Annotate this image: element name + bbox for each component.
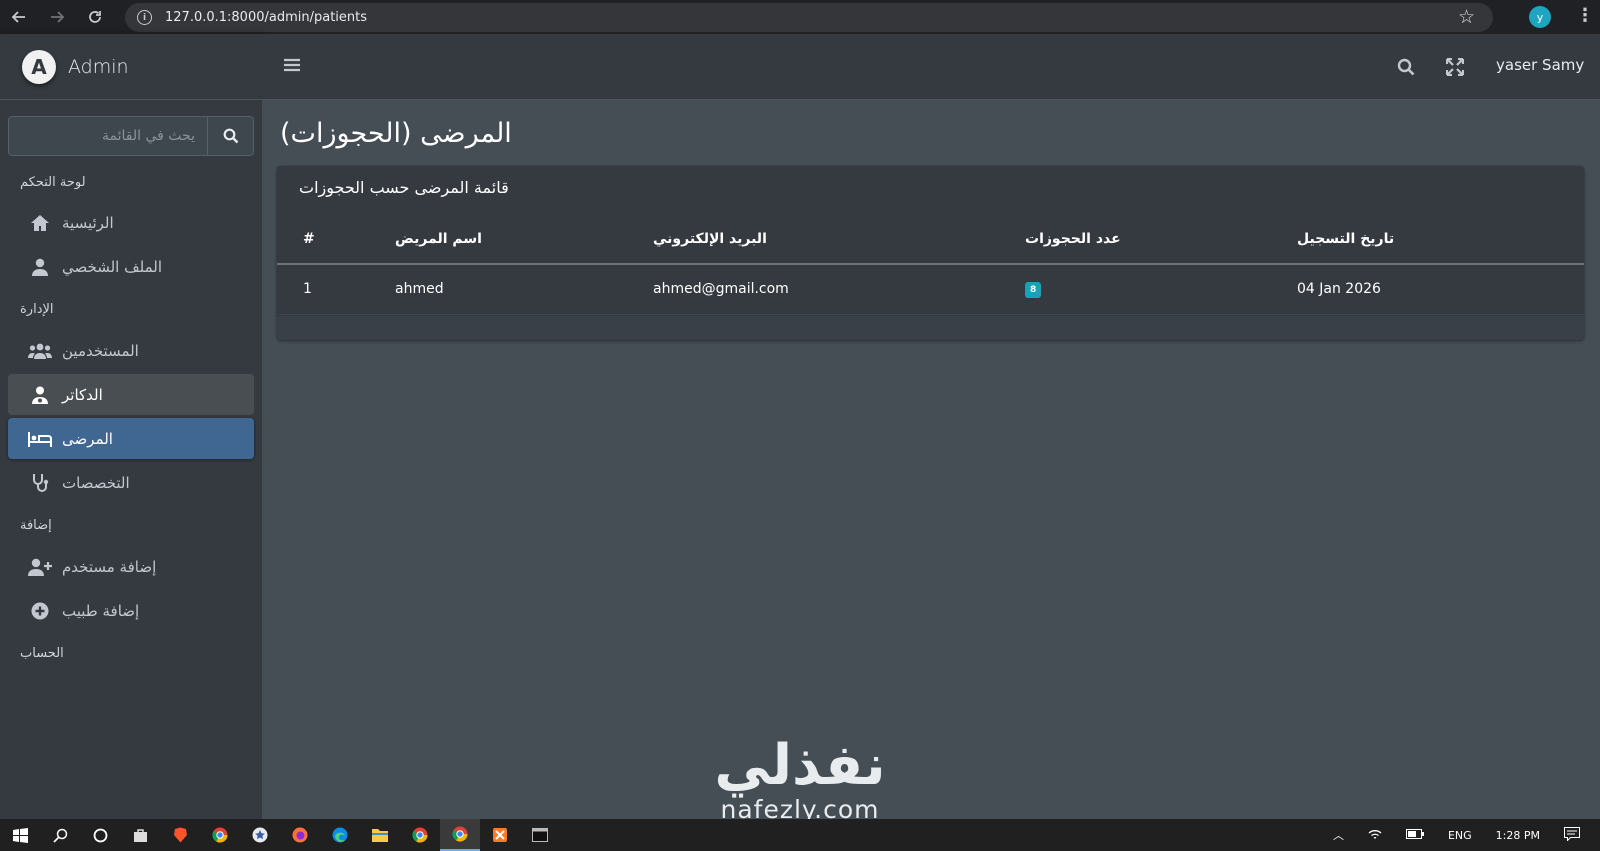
site-info-icon[interactable]: i bbox=[137, 10, 152, 25]
sidebar-item-add-doctor[interactable]: إضافة طبيب bbox=[8, 590, 254, 631]
doctor-icon bbox=[28, 386, 52, 404]
sidebar-item-label: المرضى bbox=[62, 429, 113, 448]
back-icon[interactable] bbox=[0, 0, 38, 34]
navbar-search-icon[interactable] bbox=[1397, 58, 1415, 80]
content-wrapper: المرضى (الحجوزات) قائمة المرضى حسب الحجو… bbox=[262, 100, 1600, 819]
patients-card: قائمة المرضى حسب الحجوزات # اسم المريض ا… bbox=[277, 166, 1584, 340]
sidebar-item-specialties[interactable]: التخصصات bbox=[8, 462, 254, 503]
wifi-icon[interactable] bbox=[1368, 828, 1382, 843]
notifications-icon[interactable] bbox=[1564, 826, 1580, 844]
brand-logo: A bbox=[22, 49, 56, 84]
brand-text: Admin bbox=[68, 55, 129, 78]
sidebar-item-label: المستخدمين bbox=[62, 341, 139, 360]
sidebar-item-label: التخصصات bbox=[62, 473, 130, 492]
taskbar-search-icon[interactable] bbox=[40, 819, 80, 851]
sidebar-item-profile[interactable]: الملف الشخصي bbox=[8, 246, 254, 287]
terminal-icon[interactable] bbox=[520, 819, 560, 851]
cell-index: 1 bbox=[277, 264, 395, 315]
cell-name: ahmed bbox=[395, 264, 653, 315]
nav-header-add: إضافة bbox=[20, 518, 52, 533]
language-indicator[interactable]: ENG bbox=[1448, 829, 1472, 842]
user-menu[interactable]: yaser Samy bbox=[1496, 56, 1584, 74]
menu-toggle-icon[interactable] bbox=[284, 57, 300, 76]
cell-bookings: 8 bbox=[1025, 264, 1297, 315]
bookmark-star-icon[interactable]: ☆ bbox=[1458, 6, 1475, 28]
watermark-arabic: نفذلي bbox=[714, 733, 886, 798]
users-icon bbox=[28, 343, 52, 359]
patients-table: # اسم المريض البريد الإلكتروني عدد الحجو… bbox=[277, 214, 1584, 315]
windows-taskbar: ︿ ENG 1:28 PM bbox=[0, 819, 1600, 851]
sidebar-search-button[interactable] bbox=[207, 117, 253, 155]
sidebar-item-label: الرئيسية bbox=[62, 213, 114, 232]
cortana-icon[interactable] bbox=[80, 819, 120, 851]
home-icon bbox=[28, 214, 52, 232]
forward-icon[interactable] bbox=[38, 0, 76, 34]
search-icon bbox=[223, 128, 238, 144]
sidebar-item-users[interactable]: المستخدمين bbox=[8, 330, 254, 371]
sidebar-item-home[interactable]: الرئيسية bbox=[8, 202, 254, 243]
nav-header-dashboard: لوحة التحكم bbox=[20, 175, 86, 190]
cell-registered: 04 Jan 2026 bbox=[1297, 264, 1584, 315]
sidebar-item-patients[interactable]: المرضى bbox=[8, 418, 254, 459]
store-icon[interactable] bbox=[120, 819, 160, 851]
chrome-icon[interactable] bbox=[200, 819, 240, 851]
address-bar[interactable]: i 127.0.0.1:8000/admin/patients ☆ bbox=[125, 3, 1493, 32]
sidebar-item-doctors[interactable]: الدكاتر bbox=[8, 374, 254, 415]
table-row: 1 ahmed ahmed@gmail.com 8 04 Jan 2026 bbox=[277, 264, 1584, 315]
sidebar-item-label: إضافة مستخدم bbox=[62, 557, 157, 576]
chrome-active-icon[interactable] bbox=[440, 819, 480, 851]
column-header-email: البريد الإلكتروني bbox=[653, 214, 1025, 265]
nav-header-account: الحساب bbox=[20, 646, 64, 661]
browser-toolbar: i 127.0.0.1:8000/admin/patients ☆ y ⋮ bbox=[0, 0, 1600, 34]
sidebar-item-label: الدكاتر bbox=[62, 385, 103, 404]
bed-icon bbox=[28, 431, 52, 447]
card-footer bbox=[277, 316, 1584, 340]
url-text: 127.0.0.1:8000/admin/patients bbox=[165, 10, 368, 25]
sidebar-item-label: إضافة طبيب bbox=[62, 601, 140, 620]
top-navbar: yaser Samy bbox=[262, 34, 1600, 100]
chrome-profile-icon[interactable] bbox=[400, 819, 440, 851]
clock[interactable]: 1:28 PM bbox=[1496, 829, 1540, 842]
edge-icon[interactable] bbox=[320, 819, 360, 851]
user-icon bbox=[28, 258, 52, 276]
battery-icon[interactable] bbox=[1405, 828, 1424, 842]
sidebar: A Admin لوحة التحكم الرئيسية الملف الشخص… bbox=[0, 34, 262, 819]
app-star-icon[interactable] bbox=[240, 819, 280, 851]
card-title: قائمة المرضى حسب الحجوزات bbox=[299, 178, 509, 197]
browser-menu-icon[interactable]: ⋮ bbox=[1576, 5, 1594, 26]
xampp-icon[interactable] bbox=[480, 819, 520, 851]
stethoscope-icon bbox=[28, 473, 52, 493]
cell-email: ahmed@gmail.com bbox=[653, 264, 1025, 315]
fullscreen-icon[interactable] bbox=[1445, 57, 1465, 80]
sidebar-item-label: الملف الشخصي bbox=[62, 257, 162, 276]
sidebar-search-input[interactable] bbox=[9, 117, 207, 155]
nav-header-management: الإدارة bbox=[20, 302, 54, 317]
column-header-name: اسم المريض bbox=[395, 214, 653, 265]
plus-circle-icon bbox=[28, 602, 52, 620]
file-explorer-icon[interactable] bbox=[360, 819, 400, 851]
user-plus-icon bbox=[28, 558, 52, 576]
firefox-icon[interactable] bbox=[280, 819, 320, 851]
column-header-index: # bbox=[277, 214, 395, 265]
bookings-badge: 8 bbox=[1025, 282, 1042, 299]
sidebar-search bbox=[8, 116, 254, 156]
sidebar-item-add-user[interactable]: إضافة مستخدم bbox=[8, 546, 254, 587]
windows-start-icon[interactable] bbox=[0, 819, 40, 851]
reload-icon[interactable] bbox=[76, 0, 114, 34]
brand-link[interactable]: A Admin bbox=[0, 34, 262, 100]
column-header-registered: تاريخ التسجيل bbox=[1297, 214, 1584, 265]
brave-browser-icon[interactable] bbox=[160, 819, 200, 851]
column-header-bookings: عدد الحجوزات bbox=[1025, 214, 1297, 265]
profile-avatar[interactable]: y bbox=[1529, 6, 1551, 28]
show-hidden-icons-icon[interactable]: ︿ bbox=[1333, 827, 1344, 843]
page-title: المرضى (الحجوزات) bbox=[280, 118, 512, 149]
table-header-row: # اسم المريض البريد الإلكتروني عدد الحجو… bbox=[277, 214, 1584, 265]
system-tray: ︿ ENG 1:28 PM bbox=[1321, 819, 1600, 851]
